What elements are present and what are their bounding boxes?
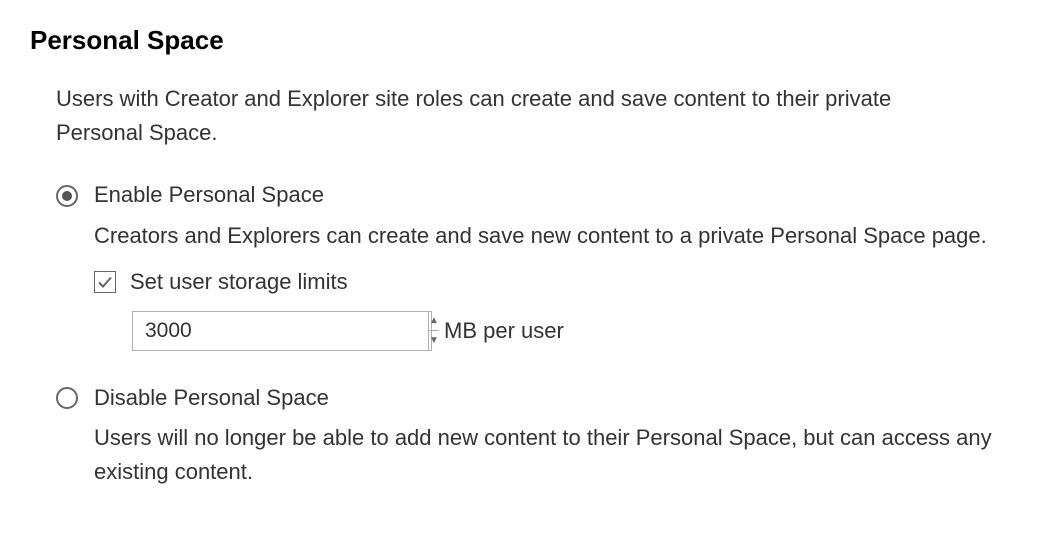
spinner-down-button[interactable]: ▼ <box>429 331 439 350</box>
storage-input-wrapper: ▲ ▼ <box>132 311 432 351</box>
spinner-up-button[interactable]: ▲ <box>429 312 439 332</box>
section-description: Users with Creator and Explorer site rol… <box>56 82 976 150</box>
radio-enable[interactable] <box>56 185 78 207</box>
storage-limit-input[interactable] <box>133 312 428 350</box>
storage-spinner: ▲ ▼ <box>428 312 439 350</box>
option-disable-label: Disable Personal Space <box>94 381 329 415</box>
option-enable-header: Enable Personal Space <box>56 178 1010 212</box>
storage-unit-label: MB per user <box>444 314 564 348</box>
radio-selected-icon <box>62 191 72 201</box>
option-disable-block: Disable Personal Space Users will no lon… <box>56 381 1010 489</box>
triangle-up-icon: ▲ <box>429 316 439 326</box>
radio-disable[interactable] <box>56 387 78 409</box>
option-disable-description: Users will no longer be able to add new … <box>94 421 994 489</box>
storage-input-row: ▲ ▼ MB per user <box>132 311 1010 351</box>
storage-limits-suboption: Set user storage limits ▲ ▼ MB per user <box>94 265 1010 351</box>
storage-limits-checkbox[interactable] <box>94 271 116 293</box>
section-title: Personal Space <box>30 20 1010 60</box>
option-enable-description: Creators and Explorers can create and sa… <box>94 219 994 253</box>
storage-limits-label: Set user storage limits <box>130 265 348 299</box>
option-disable-header: Disable Personal Space <box>56 381 1010 415</box>
storage-limits-row: Set user storage limits <box>94 265 1010 299</box>
option-enable-block: Enable Personal Space Creators and Explo… <box>56 178 1010 350</box>
option-enable-label: Enable Personal Space <box>94 178 324 212</box>
checkmark-icon <box>97 274 113 290</box>
triangle-down-icon: ▼ <box>429 336 439 346</box>
